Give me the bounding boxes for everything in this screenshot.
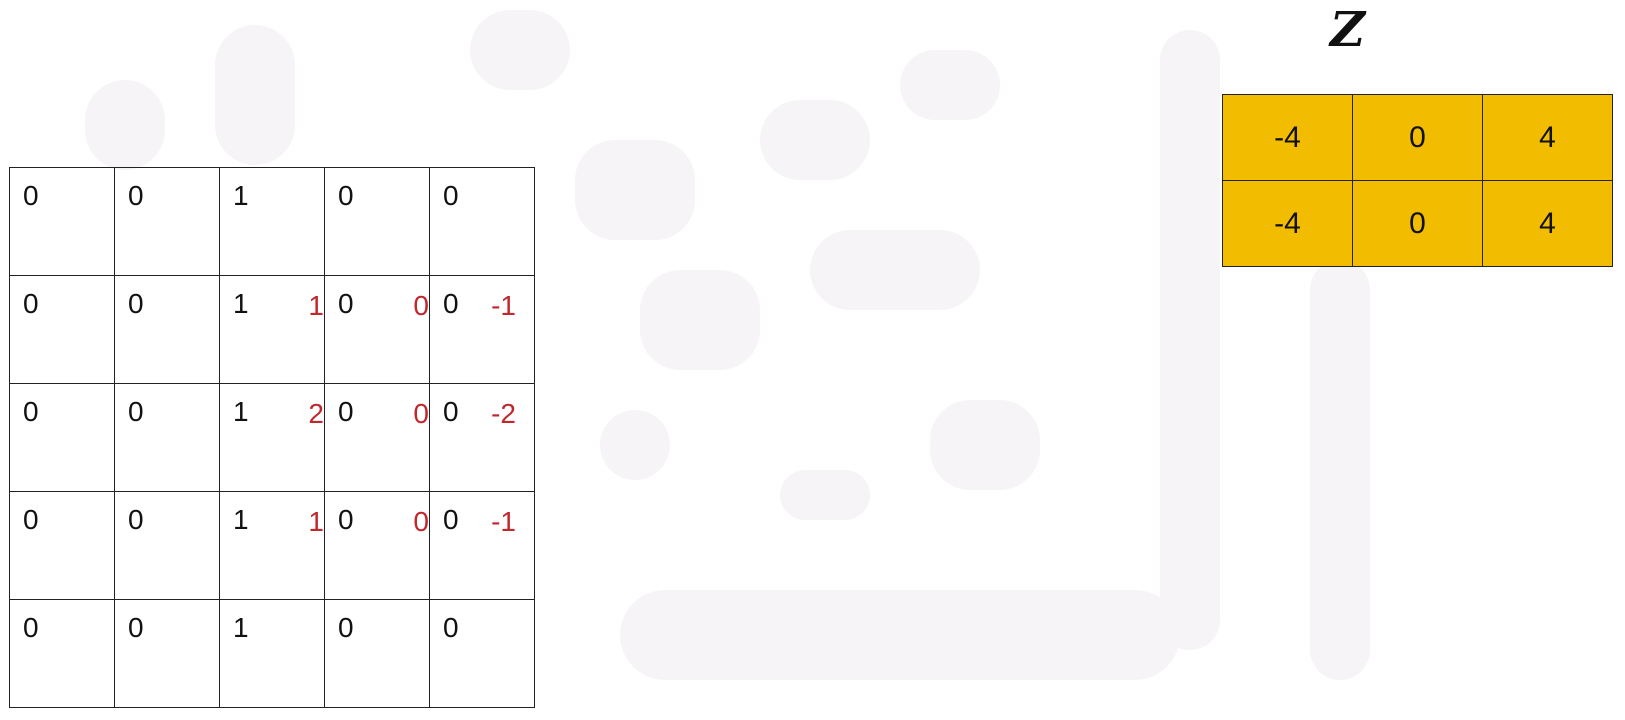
input-cell-value: 0 bbox=[338, 180, 354, 211]
output-matrix: -4 0 4 -4 0 4 bbox=[1222, 94, 1613, 267]
input-cell-value: 1 bbox=[233, 612, 249, 643]
input-cell-value: 0 bbox=[338, 612, 354, 643]
input-cell: 0 -2 bbox=[430, 384, 535, 492]
input-cell: 0 bbox=[10, 168, 115, 276]
input-cell: 0 -1 bbox=[430, 492, 535, 600]
input-cell-value: 0 bbox=[128, 612, 144, 643]
input-cell-value: 0 bbox=[23, 288, 39, 319]
kernel-weight: 0 bbox=[413, 398, 429, 429]
input-cell: 00 bbox=[325, 384, 430, 492]
input-cell: 0 bbox=[430, 600, 535, 708]
kernel-weight: 1 bbox=[308, 506, 324, 537]
input-cell-value: 0 bbox=[23, 612, 39, 643]
input-cell: 0 bbox=[115, 492, 220, 600]
input-cell-value: 0 bbox=[443, 288, 459, 319]
output-cell: -4 bbox=[1223, 181, 1353, 267]
kernel-weight: 0 bbox=[413, 506, 429, 537]
input-cell: 1 bbox=[220, 168, 325, 276]
kernel-weight: -1 bbox=[491, 290, 516, 321]
input-cell-value: 0 bbox=[128, 288, 144, 319]
input-cell-value: 0 bbox=[443, 504, 459, 535]
input-cell: 0 -1 bbox=[430, 276, 535, 384]
kernel-weight: 1 bbox=[308, 290, 324, 321]
input-cell: 11 bbox=[220, 276, 325, 384]
input-cell: 00 bbox=[325, 276, 430, 384]
output-cell: 4 bbox=[1483, 181, 1613, 267]
input-cell-value: 1 bbox=[233, 180, 249, 211]
output-title: Z bbox=[1330, 2, 1366, 58]
input-cell-value: 1 bbox=[233, 288, 249, 319]
kernel-weight: -1 bbox=[491, 506, 516, 537]
input-cell: 12 bbox=[220, 384, 325, 492]
input-cell: 0 bbox=[325, 168, 430, 276]
output-cell: 0 bbox=[1353, 95, 1483, 181]
input-cell: 0 bbox=[10, 600, 115, 708]
input-cell: 00 bbox=[325, 492, 430, 600]
input-matrix: 0 0 1 0 0 0 0 1 1 0 0 0 -1 0 0 1 2 0 0 0 -2 0 0 1 1 0 0 0 -1 0 0 1 0 0 bbox=[9, 167, 535, 708]
input-cell: 0 bbox=[115, 276, 220, 384]
input-cell: 0 bbox=[430, 168, 535, 276]
input-cell-value: 0 bbox=[443, 612, 459, 643]
input-cell-value: 1 bbox=[233, 504, 249, 535]
input-cell: 0 bbox=[10, 492, 115, 600]
input-cell-value: 0 bbox=[23, 180, 39, 211]
input-cell: 0 bbox=[10, 276, 115, 384]
input-cell-value: 0 bbox=[23, 396, 39, 427]
input-cell-value: 0 bbox=[128, 396, 144, 427]
kernel-weight: 0 bbox=[413, 290, 429, 321]
output-cell: -4 bbox=[1223, 95, 1353, 181]
input-cell: 0 bbox=[115, 600, 220, 708]
input-cell-value: 0 bbox=[443, 180, 459, 211]
kernel-weight: -2 bbox=[491, 398, 516, 429]
input-cell-value: 0 bbox=[338, 504, 354, 535]
kernel-weight: 2 bbox=[308, 398, 324, 429]
input-cell-value: 0 bbox=[128, 180, 144, 211]
input-cell-value: 0 bbox=[443, 396, 459, 427]
input-cell: 0 bbox=[115, 384, 220, 492]
output-cell: 0 bbox=[1353, 181, 1483, 267]
input-cell-value: 0 bbox=[128, 504, 144, 535]
input-cell-value: 0 bbox=[23, 504, 39, 535]
input-cell: 1 bbox=[220, 600, 325, 708]
input-cell-value: 1 bbox=[233, 396, 249, 427]
input-cell: 0 bbox=[115, 168, 220, 276]
input-cell: 0 bbox=[10, 384, 115, 492]
input-cell-value: 0 bbox=[338, 288, 354, 319]
input-cell: 0 bbox=[325, 600, 430, 708]
input-cell-value: 0 bbox=[338, 396, 354, 427]
input-cell: 11 bbox=[220, 492, 325, 600]
output-cell: 4 bbox=[1483, 95, 1613, 181]
